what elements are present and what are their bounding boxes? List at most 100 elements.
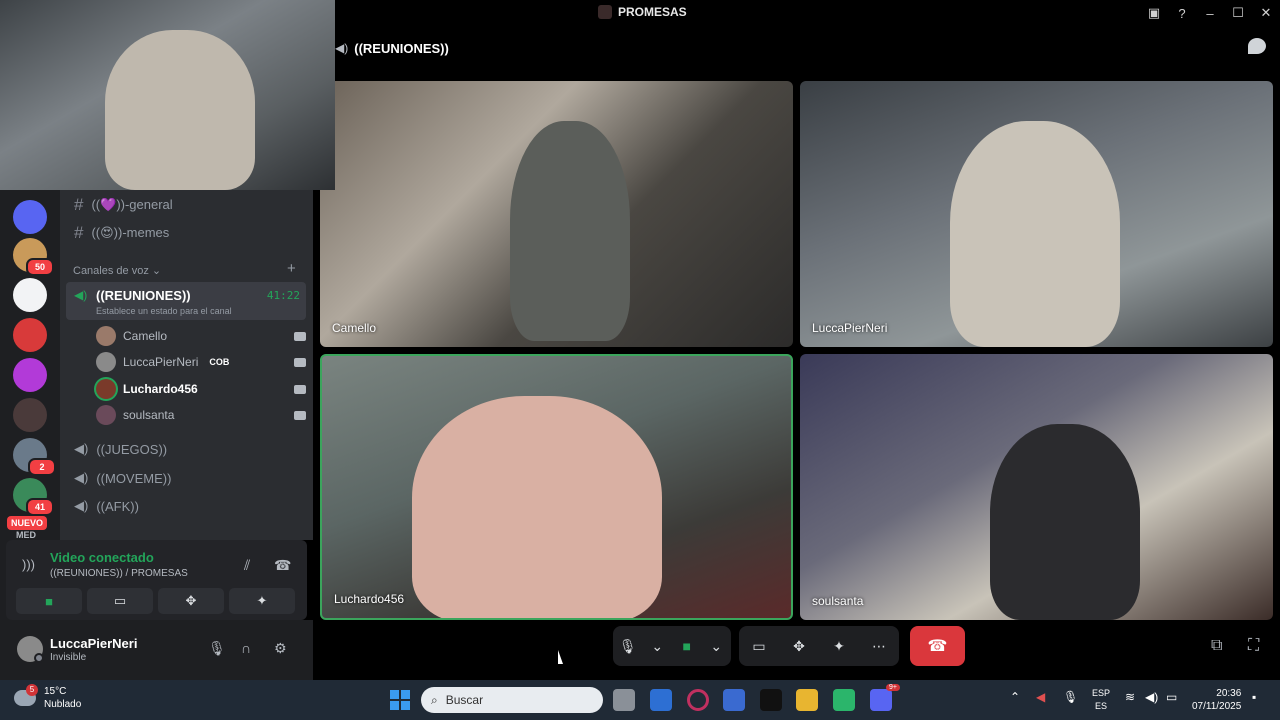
wifi-icon[interactable]: ≋ [1125,690,1135,704]
close-button[interactable]: ✕ [1252,5,1280,21]
language-indicator[interactable]: ESP ES [1092,687,1110,713]
voice-member[interactable]: soulsanta [96,404,306,426]
start-button[interactable] [390,690,410,710]
avatar [96,326,116,346]
voice-channel-afk[interactable]: ◀) ((AFK)) [74,495,139,517]
activities-button[interactable]: ✥ [784,638,814,655]
windows-taskbar: 5 15°C Nublado ⌕ Buscar 9+ ⌃ ◀ 🎙 ESP ES ≋ … [0,680,1280,720]
noise-suppression-icon[interactable]: ⫽ [244,557,250,574]
channel-label: ((💜))-general [91,197,173,212]
camera-icon [294,331,306,341]
voice-connection-panel: ))) Video conectado ((REUNIONES)) / PROM… [6,540,307,620]
soundboard-button[interactable]: ✦ [824,638,854,655]
speaker-icon: ◀) [74,470,89,485]
discord-window: PROMESAS ▣ ? – ☐ ✕ ◀) ((REUNIONES)) Came… [0,0,1280,720]
notification-icon[interactable]: ▪ [1252,690,1256,704]
channel-status[interactable]: Establece un estado para el canal [96,306,232,316]
microphone-tray-icon[interactable]: 🎙 [1063,690,1078,704]
streamer-webcam-overlay [0,0,335,190]
soundboard-button[interactable]: ✦ [229,588,295,614]
mouse-cursor [558,650,568,664]
member-name: Luchardo456 [123,382,198,396]
disconnect-button[interactable]: ☎ [910,626,965,666]
headphones-icon[interactable]: ∩ [241,640,251,656]
search-icon: ⌕ [431,692,438,707]
chevron-up-icon[interactable]: ⌃ [1010,690,1020,704]
inbox-icon[interactable]: ▣ [1140,5,1168,21]
server-badge: 2 [28,458,56,476]
help-icon[interactable]: ? [1168,6,1196,21]
discord-icon[interactable] [870,689,892,711]
channel-header: ◀) ((REUNIONES)) [335,26,1280,70]
tiktok-icon[interactable] [760,689,782,711]
video-tile-luccapierneri[interactable]: LuccaPierNeri [800,81,1273,347]
server-icon[interactable] [13,358,47,392]
outlook-icon[interactable] [650,689,672,711]
activity-controls: ▭ ✥ ✦ ⋯ [739,626,899,666]
member-name: LuccaPierNeri [123,355,199,369]
webcam-feed [105,30,255,190]
voice-channel-reuniones[interactable]: ◀) ((REUNIONES)) 41:22 Establece un esta… [66,282,306,320]
video-feed [990,424,1140,620]
connection-location[interactable]: ((REUNIONES)) / PROMESAS [50,568,188,579]
channel-label: ((😍))-memes [91,225,170,240]
add-channel-icon[interactable]: + [287,260,296,277]
video-tile-camello[interactable]: Camello [320,81,793,347]
video-feed [510,121,630,341]
signal-icon[interactable]: ))) [22,557,35,572]
popout-icon[interactable]: ⧉ [1211,637,1222,655]
user-status: Invisible [50,652,87,663]
voice-member-speaking[interactable]: Luchardo456 [96,378,306,400]
taskbar-search[interactable]: ⌕ Buscar [421,687,603,713]
microphone-icon[interactable]: 🎙 [208,640,226,657]
voice-member[interactable]: Camello [96,325,306,347]
voice-category-header[interactable]: Canales de voz ⌄ [73,264,161,277]
member-name: Camello [123,329,168,343]
server-icon[interactable] [13,318,47,352]
volume-icon[interactable]: ◀) [1145,690,1158,704]
screen-share-button[interactable]: ▭ [744,638,774,655]
activities-button[interactable]: ✥ [158,588,224,614]
server-icon[interactable] [13,398,47,432]
text-channel-memes[interactable]: # ((😍))-memes [74,222,169,244]
window-title: PROMESAS [598,5,687,19]
server-icon-active[interactable] [13,200,47,234]
speaker-tray-icon[interactable]: ◀ [1036,690,1045,704]
clock[interactable]: 20:36 07/11/2025 [1192,687,1241,713]
speaker-icon: ◀) [74,441,89,456]
tile-name: LuccaPierNeri [812,321,888,335]
maximize-button[interactable]: ☐ [1224,5,1252,21]
app-icon[interactable] [833,689,855,711]
file-explorer-icon[interactable] [796,689,818,711]
gear-icon[interactable]: ⚙ [274,640,287,657]
server-icon[interactable] [13,278,47,312]
minimize-button[interactable]: – [1196,6,1224,21]
time: 20:36 [1216,688,1242,699]
opera-icon[interactable] [687,689,709,711]
voice-channel-moveme[interactable]: ◀) ((MOVEME)) [74,467,171,489]
chevron-down-icon[interactable]: ⌄ [702,638,732,655]
text-channel-general[interactable]: # ((💜))-general [74,194,173,216]
video-tile-luchardo456[interactable]: Luchardo456 [320,354,793,620]
camera-button[interactable]: ■ [16,588,82,614]
chevron-down-icon[interactable]: ⌄ [643,638,673,655]
battery-icon[interactable]: ▭ [1166,690,1177,704]
fullscreen-icon[interactable]: ⛶ [1248,637,1259,655]
task-view-icon[interactable] [613,689,635,711]
chat-icon[interactable] [1248,38,1266,54]
weather-widget[interactable]: 5 15°C Nublado [14,684,81,711]
video-tile-soulsanta[interactable]: soulsanta [800,354,1273,620]
more-options-button[interactable]: ⋯ [864,638,894,655]
server-badge: 50 [26,258,54,276]
screen-share-button[interactable]: ▭ [87,588,153,614]
tile-name: soulsanta [812,594,864,608]
disconnect-icon[interactable]: ☎ [274,557,291,574]
camera-button[interactable]: ■ [672,638,702,654]
username[interactable]: LuccaPierNeri [50,636,137,651]
member-badge: COB [209,357,230,367]
weather-badge: 5 [26,684,38,696]
microphone-button[interactable]: 🎙 [613,638,643,655]
store-icon[interactable] [723,689,745,711]
voice-member[interactable]: LuccaPierNeri COB [96,351,306,373]
voice-channel-juegos[interactable]: ◀) ((JUEGOS)) [74,438,167,460]
